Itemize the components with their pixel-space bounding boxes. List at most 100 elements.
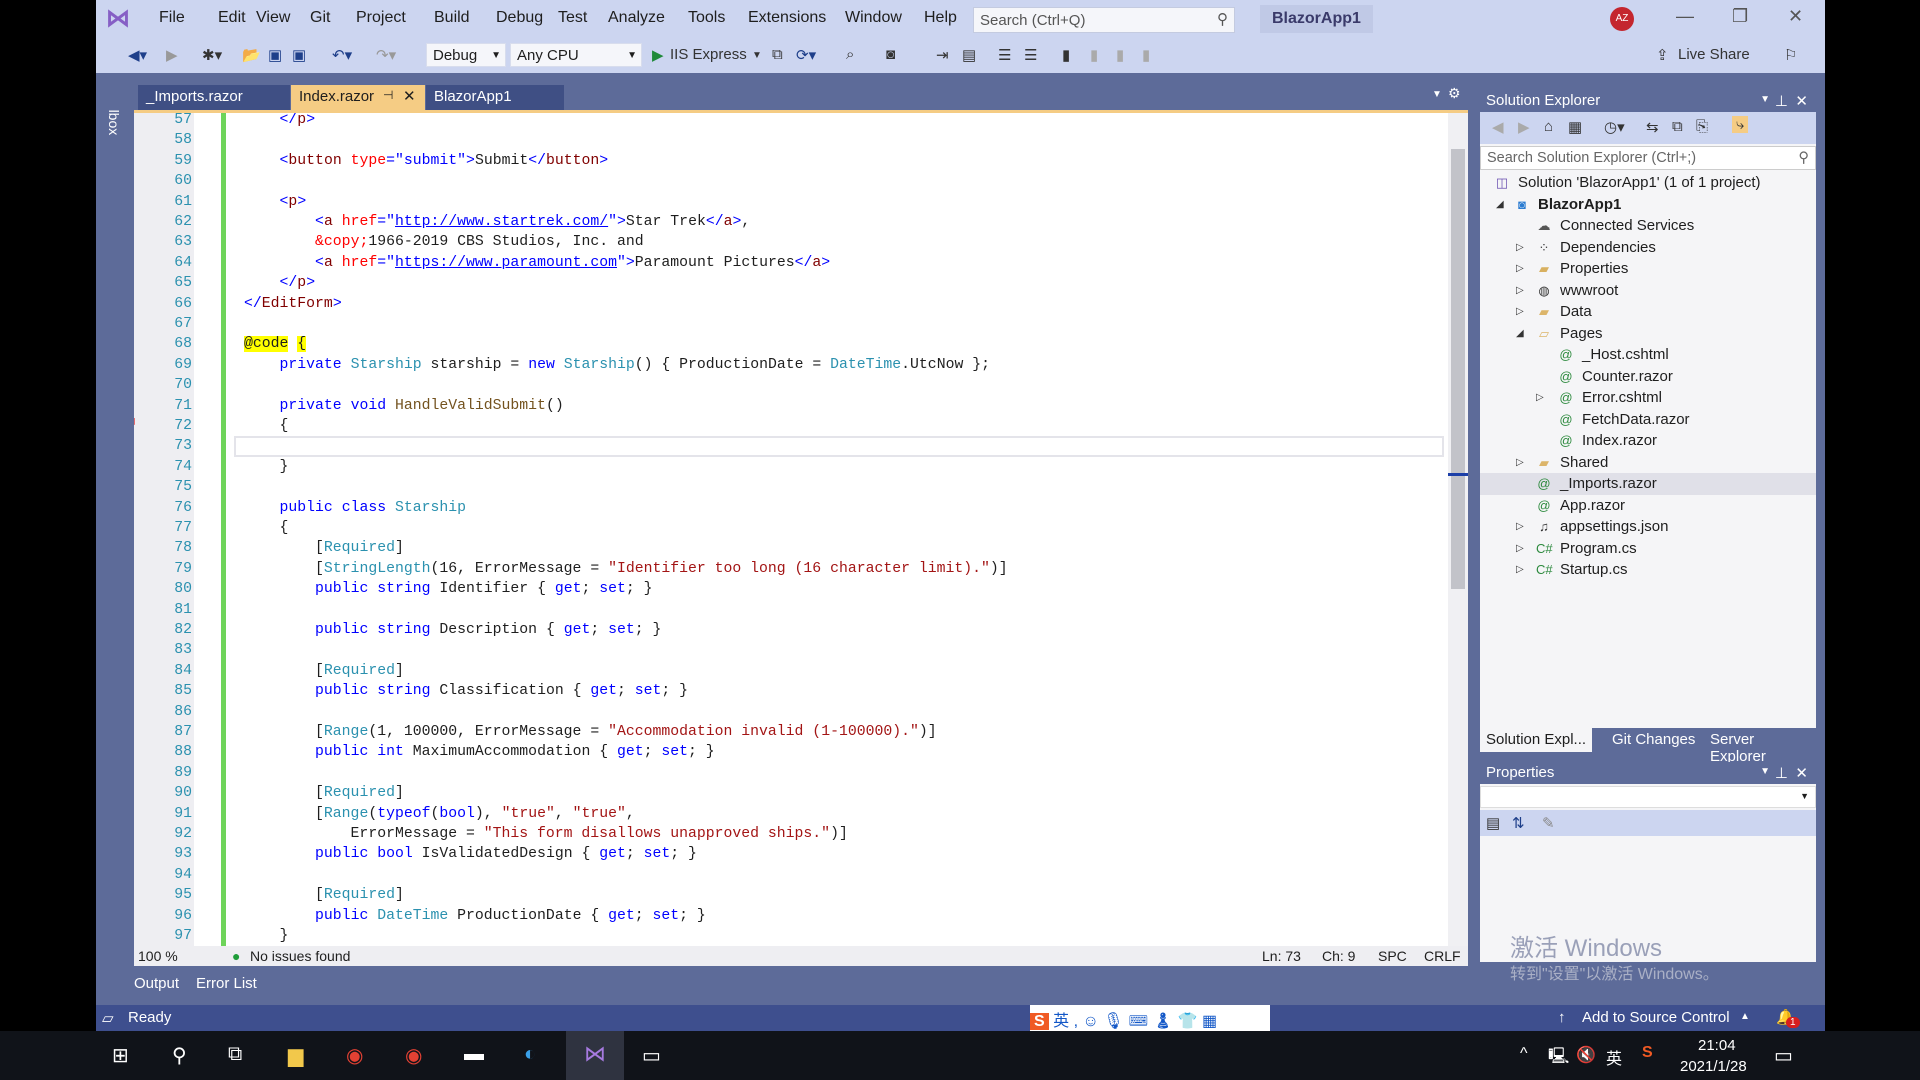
code-line[interactable]: [Range(1, 100000, ErrorMessage = "Accomm…: [244, 722, 937, 742]
zoom-dropdown[interactable]: 100 %: [138, 948, 178, 964]
search-icon[interactable]: ⚲: [172, 1043, 187, 1068]
menu-tools[interactable]: Tools: [688, 9, 725, 27]
menu-git[interactable]: Git: [310, 9, 330, 27]
tree-item[interactable]: ◢ ◙ BlazorApp1: [1480, 194, 1816, 216]
app-icon[interactable]: ◐: [524, 1043, 536, 1066]
code-line[interactable]: {: [244, 416, 289, 436]
file-explorer-icon[interactable]: ▆: [288, 1043, 303, 1068]
code-line[interactable]: public class Starship: [244, 498, 467, 518]
add-to-source-control-button[interactable]: Add to Source Control: [1582, 1009, 1730, 1026]
home-icon[interactable]: ⌂: [1544, 118, 1553, 135]
whitespace-mode[interactable]: SPC: [1378, 948, 1407, 964]
undo-icon[interactable]: ↶▾: [332, 46, 352, 64]
pin-icon[interactable]: ⊥: [1775, 92, 1788, 110]
restore-button[interactable]: ❐: [1732, 6, 1748, 27]
toolbox-strip[interactable]: Toolbox: [96, 73, 134, 963]
code-line[interactable]: <p>: [244, 192, 307, 212]
start-windows-icon[interactable]: ⊞: [112, 1043, 129, 1068]
code-line[interactable]: [Required]: [244, 885, 404, 905]
tab-imports-razor[interactable]: _Imports.razor: [138, 85, 290, 110]
code-line[interactable]: }: [244, 926, 289, 946]
clear-bookmarks-icon[interactable]: ▮: [1142, 46, 1150, 64]
categorized-icon[interactable]: ▤: [1486, 814, 1500, 832]
task-view-icon[interactable]: ⧉: [228, 1043, 242, 1066]
forward-icon[interactable]: ▶: [166, 46, 178, 64]
expanded-arrow-icon[interactable]: ◢: [1516, 323, 1524, 345]
code-line[interactable]: </p>: [244, 113, 316, 130]
platform-dropdown[interactable]: Any CPU ▼: [510, 43, 642, 67]
live-share-button[interactable]: Live Share: [1678, 46, 1750, 63]
terminal-icon[interactable]: ▬: [464, 1043, 484, 1066]
tree-item[interactable]: @ Counter.razor: [1480, 366, 1816, 388]
pending-changes-icon[interactable]: ◷▾: [1604, 118, 1625, 136]
tree-item[interactable]: ☁ Connected Services: [1480, 215, 1816, 237]
ime-toolbar[interactable]: S 英 , ☺ 🎙 ⌨ ♟ 👕 ▦: [1030, 1005, 1270, 1031]
code-line[interactable]: public DateTime ProductionDate { get; se…: [244, 906, 706, 926]
code-line[interactable]: ErrorMessage = "This form disallows unap…: [244, 824, 848, 844]
run-target-button[interactable]: IIS Express: [670, 46, 747, 63]
tree-item[interactable]: @ FetchData.razor: [1480, 409, 1816, 431]
redo-icon[interactable]: ↷▾: [376, 46, 396, 64]
bookmark-icon[interactable]: ▮: [1062, 46, 1070, 64]
back-icon[interactable]: ◀▾: [128, 46, 147, 64]
menu-debug[interactable]: Debug: [496, 9, 543, 27]
avatar[interactable]: AZ: [1610, 7, 1634, 31]
close-tab-icon[interactable]: ✕: [403, 87, 416, 105]
input-language[interactable]: 英: [1606, 1045, 1622, 1069]
prev-bookmark-icon[interactable]: ▮: [1090, 46, 1098, 64]
pin-icon[interactable]: ⊥: [1775, 764, 1788, 782]
user-icon[interactable]: ♟: [1153, 1013, 1173, 1030]
object-selector[interactable]: ▼: [1480, 786, 1816, 808]
scrollbar-thumb[interactable]: [1451, 149, 1465, 589]
tree-item[interactable]: @ Index.razor: [1480, 430, 1816, 452]
clock-date[interactable]: 2021/1/28: [1680, 1058, 1747, 1075]
search-input[interactable]: Search (Ctrl+Q) ⚲: [973, 7, 1235, 33]
save-all-icon[interactable]: ▣: [292, 46, 306, 64]
refresh-icon[interactable]: ⟳▾: [796, 46, 816, 64]
code-line[interactable]: }: [244, 457, 289, 477]
tree-item[interactable]: ▷ ⁘ Dependencies: [1480, 237, 1816, 259]
live-share-icon[interactable]: ⇪: [1656, 46, 1669, 64]
emoji-icon[interactable]: ☺: [1083, 1013, 1099, 1030]
browser-icon[interactable]: ⧉: [772, 46, 783, 63]
close-button[interactable]: ✕: [1788, 6, 1803, 27]
code-line[interactable]: <a href="https://www.paramount.com">Para…: [244, 253, 830, 273]
code-line[interactable]: <button type="submit">Submit</button>: [244, 151, 609, 171]
code-line[interactable]: public bool IsValidatedDesign { get; set…: [244, 844, 697, 864]
code-line[interactable]: [StringLength(16, ErrorMessage = "Identi…: [244, 559, 1008, 579]
collapsed-arrow-icon[interactable]: ▷: [1516, 452, 1524, 474]
code-line[interactable]: &copy;1966-2019 CBS Studios, Inc. and: [244, 232, 644, 252]
property-pages-icon[interactable]: ✎: [1542, 814, 1555, 832]
code-line[interactable]: [Required]: [244, 783, 404, 803]
tab-index-razor[interactable]: Index.razor ⊣ ✕: [291, 85, 425, 110]
code-editor[interactable]: 57 58 59 60 61 62 63 64 65 66 67 68 69 70 71 72 73 74 75 76…: [134, 110, 1468, 946]
pin-icon[interactable]: ⊣: [383, 88, 393, 102]
menu-view[interactable]: View: [256, 9, 290, 27]
punctuation-icon[interactable]: ,: [1074, 1013, 1078, 1030]
action-center-icon[interactable]: ▭: [1774, 1043, 1793, 1068]
tab-server-explorer[interactable]: Server Explorer: [1704, 731, 1816, 765]
chevron-down-icon[interactable]: ▼: [1760, 766, 1770, 777]
switch-views-icon[interactable]: ▦: [1568, 118, 1582, 136]
code-line[interactable]: </p>: [244, 273, 316, 293]
code-line[interactable]: {: [244, 518, 289, 538]
sync-icon[interactable]: ⇆: [1646, 118, 1659, 136]
tab-list-chevron-icon[interactable]: ▼: [1432, 89, 1442, 100]
menu-analyze[interactable]: Analyze: [608, 9, 665, 27]
preview-selected-icon[interactable]: ⤷: [1732, 116, 1749, 133]
menu-window[interactable]: Window: [845, 9, 902, 27]
expanded-arrow-icon[interactable]: ◢: [1496, 194, 1504, 216]
code-line[interactable]: @code {: [244, 334, 307, 354]
volume-muted-icon[interactable]: 🔇: [1576, 1045, 1596, 1065]
screenshot-icon[interactable]: ◙: [886, 46, 895, 63]
next-bookmark-icon[interactable]: ▮: [1116, 46, 1124, 64]
menu-edit[interactable]: Edit: [218, 9, 246, 27]
code-line[interactable]: [Required]: [244, 538, 404, 558]
collapsed-arrow-icon[interactable]: ▷: [1516, 538, 1524, 560]
show-hidden-icons-chevron[interactable]: ^: [1520, 1045, 1528, 1063]
tree-item[interactable]: @ _Imports.razor: [1480, 473, 1816, 495]
menu-build[interactable]: Build: [434, 9, 470, 27]
code-line[interactable]: private void HandleValidSubmit(): [244, 396, 564, 416]
tree-item[interactable]: ▷ @ Error.cshtml: [1480, 387, 1816, 409]
tab-solution-explorer[interactable]: Solution Expl...: [1480, 728, 1593, 752]
